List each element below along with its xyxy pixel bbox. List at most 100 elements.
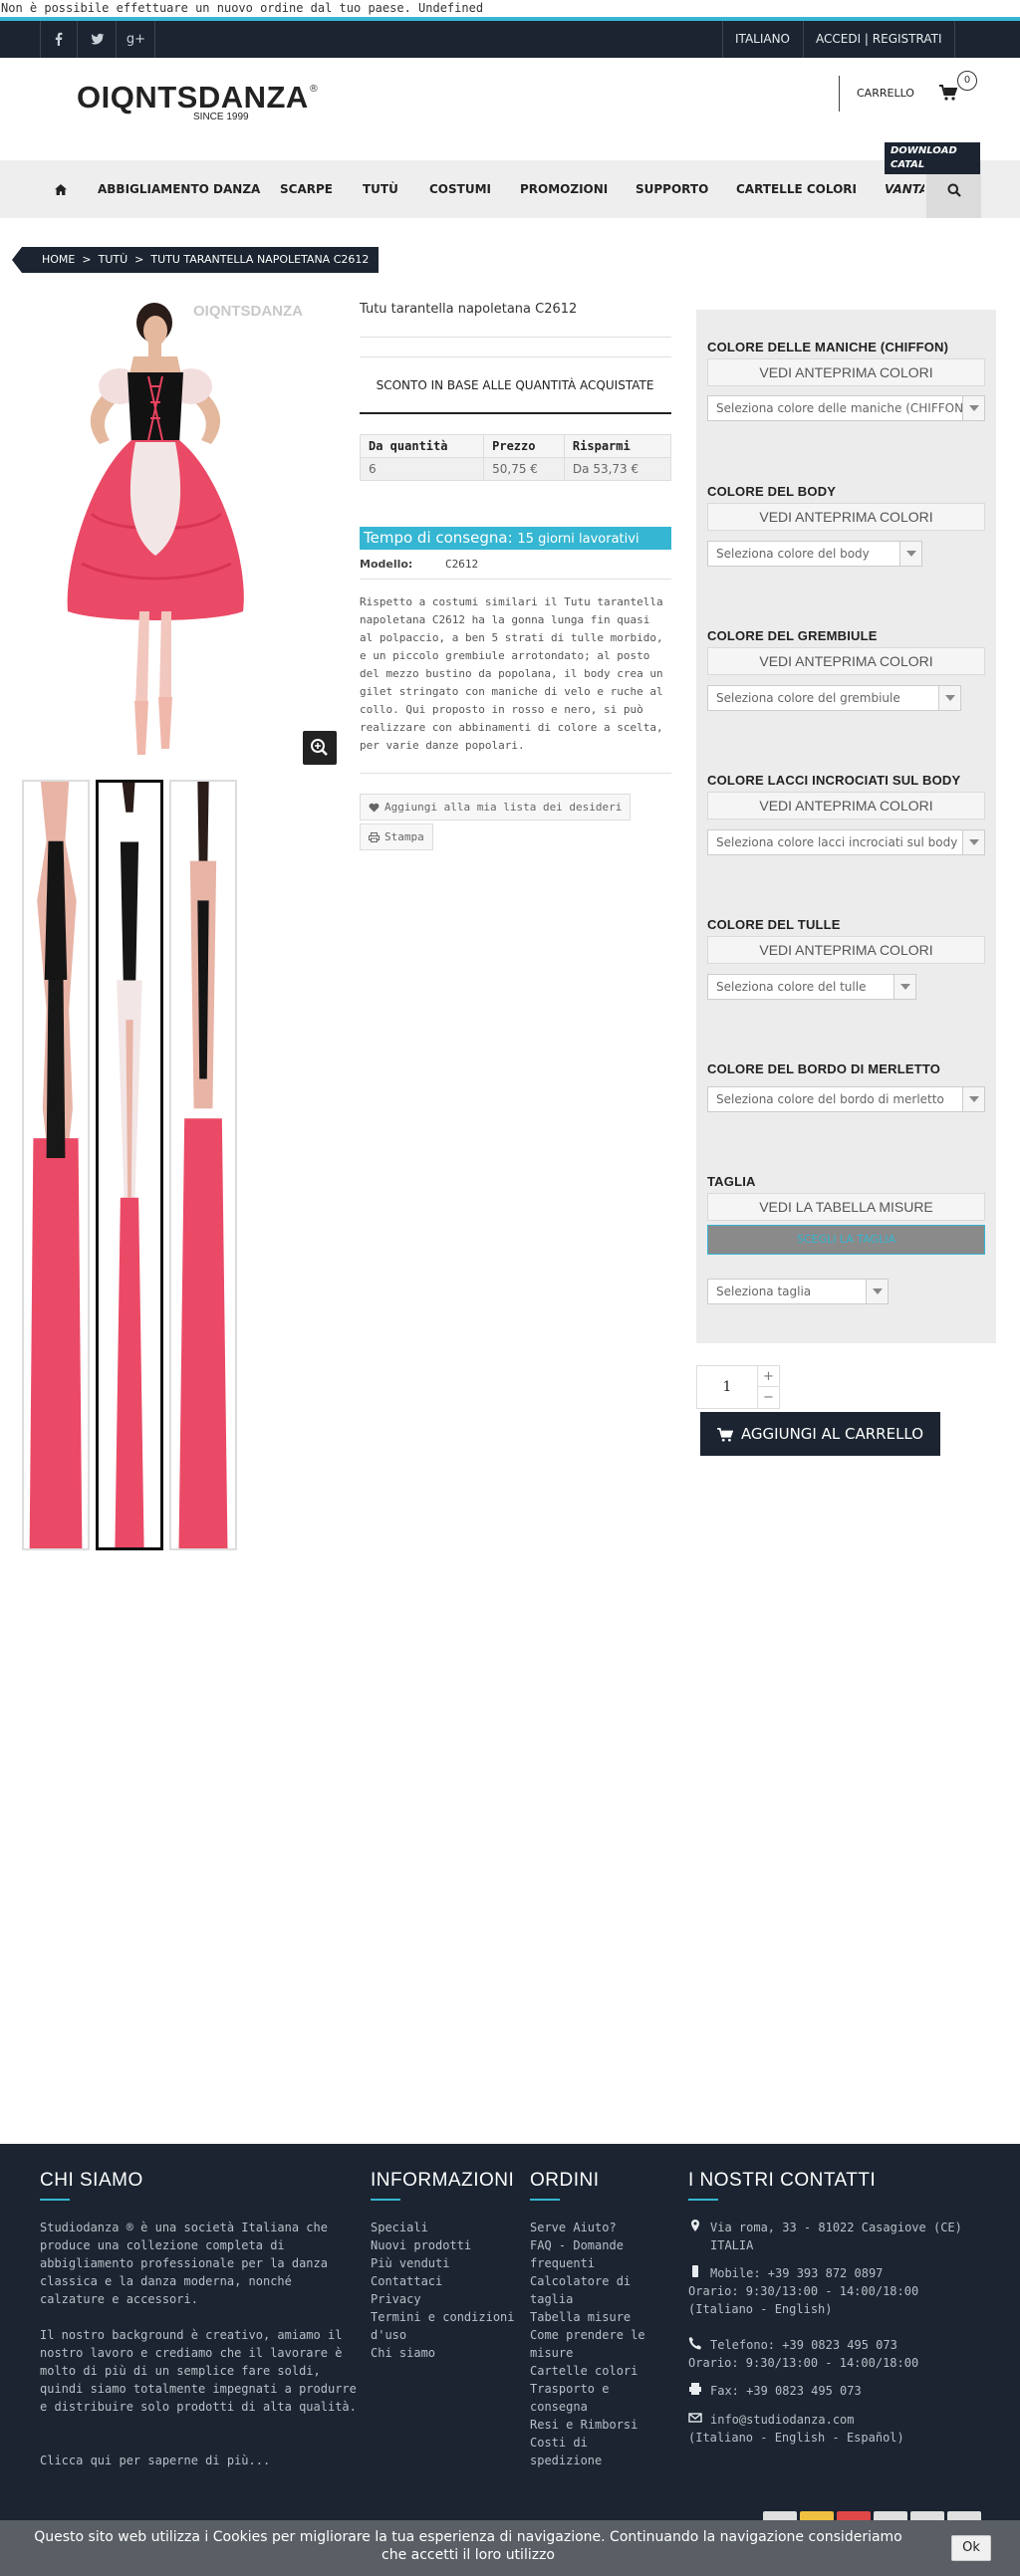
fax-icon xyxy=(689,2383,701,2395)
product-title: Tutu tarantella napoletana C2612 xyxy=(360,302,578,317)
select-tulle-value: Seleziona colore del tulle xyxy=(716,980,867,994)
chevron-down-icon xyxy=(962,1087,984,1111)
option-title-sleeves: COLORE DELLE MANICHE (CHIFFON) xyxy=(707,340,949,354)
select-laces-value: Seleziona colore lacci incrociati sul bo… xyxy=(716,835,958,849)
delivery-label: Tempo di consegna: xyxy=(364,529,513,547)
nav-item-supporto[interactable]: SUPPORTO xyxy=(636,160,708,218)
image-watermark: OIQNTSDANZA xyxy=(193,303,303,320)
footer-mobile: Mobile: +39 393 872 0897 xyxy=(710,2266,884,2280)
breadcrumb-current: TUTU TARANTELLA NAPOLETANA C2612 xyxy=(150,253,370,266)
site-logo[interactable]: OIQNTSDANZA ® SINCE 1999 xyxy=(77,82,371,126)
quantity-discount-table: Da quantità Prezzo Risparmi 6 50,75 € Da… xyxy=(359,434,672,481)
quantity-minus-button[interactable]: − xyxy=(757,1387,779,1408)
select-laces-color[interactable]: Seleziona colore lacci incrociati sul bo… xyxy=(707,829,985,855)
footer-link[interactable]: Più venduti xyxy=(371,2254,520,2272)
nav-item-cartelle-colori[interactable]: CARTELLE COLORI xyxy=(736,160,857,218)
footer-link[interactable]: Nuovi prodotti xyxy=(371,2236,520,2254)
footer-link[interactable]: Privacy xyxy=(371,2290,520,2308)
nav-item-abbigliamento[interactable]: ABBIGLIAMENTO DANZA xyxy=(98,160,260,218)
select-body-color[interactable]: Seleziona colore del body xyxy=(707,541,922,567)
cart-icon xyxy=(939,85,957,101)
footer-link[interactable]: Cartelle colori xyxy=(530,2362,659,2380)
print-button[interactable]: Stampa xyxy=(360,823,433,850)
home-icon[interactable] xyxy=(55,160,67,218)
footer-link[interactable]: Come prendere le misure xyxy=(530,2326,659,2362)
breadcrumb-tutu[interactable]: TUTÙ xyxy=(99,253,128,266)
product-main-image[interactable]: OIQNTSDANZA xyxy=(22,295,339,767)
option-title-apron: COLORE DEL GREMBIULE xyxy=(707,628,878,643)
size-table-button[interactable]: VEDI LA TABELLA MISURE xyxy=(707,1193,985,1221)
twitter-icon[interactable] xyxy=(79,21,117,58)
footer-link[interactable]: Contattaci xyxy=(371,2272,520,2290)
preview-colors-button[interactable]: VEDI ANTEPRIMA COLORI xyxy=(707,936,985,964)
footer-title-contacts: I NOSTRI CONTATTI xyxy=(688,2170,877,2191)
footer-link[interactable]: Costi di spedizione xyxy=(530,2434,659,2469)
cookie-ok-button[interactable]: Ok xyxy=(951,2535,991,2561)
facebook-icon[interactable] xyxy=(40,21,78,58)
footer-link[interactable]: Speciali xyxy=(371,2219,520,2236)
footer-orders-links: Serve Aiuto? FAQ - Domande frequenti Cal… xyxy=(530,2219,659,2469)
footer-link[interactable]: Resi e Rimborsi xyxy=(530,2416,659,2434)
product-thumbnail[interactable] xyxy=(22,780,90,1550)
wishlist-label: Aggiungi alla mia lista dei desideri xyxy=(384,801,623,814)
col-header-quantity: Da quantità xyxy=(359,434,485,458)
preview-colors-button[interactable]: VEDI ANTEPRIMA COLORI xyxy=(707,358,985,386)
quantity-plus-button[interactable]: + xyxy=(757,1366,779,1387)
footer-link[interactable]: Serve Aiuto? xyxy=(530,2219,659,2236)
wishlist-button[interactable]: Aggiungi alla mia lista dei desideri xyxy=(360,794,632,820)
footer-about-more-link[interactable]: Clicca qui per saperne di più... xyxy=(40,2452,359,2469)
google-plus-icon[interactable]: g+ xyxy=(118,21,155,58)
nav-item-tutu[interactable]: TUTÙ xyxy=(363,160,398,218)
preview-colors-button[interactable]: VEDI ANTEPRIMA COLORI xyxy=(707,503,985,531)
add-to-cart-button[interactable]: AGGIUNGI AL CARRELLO xyxy=(700,1412,940,1456)
phone-icon xyxy=(688,2337,701,2350)
country-notice: Non è possibile effettuare un nuovo ordi… xyxy=(1,1,484,15)
footer-email[interactable]: info@studiodanza.com xyxy=(710,2411,999,2429)
divider xyxy=(360,773,671,774)
cookie-text: Questo sito web utilizza i Cookies per m… xyxy=(34,2529,902,2563)
select-apron-color[interactable]: Seleziona colore del grembiule xyxy=(707,685,961,711)
select-size[interactable]: Seleziona taglia xyxy=(707,1279,889,1304)
chevron-down-icon xyxy=(962,830,984,854)
option-title-size: TAGLIA xyxy=(707,1174,756,1189)
download-badge-line2: CATAL xyxy=(891,159,925,170)
table-row: 6 50,75 € Da 53,73 € xyxy=(359,457,672,481)
print-icon xyxy=(369,832,380,842)
map-marker-icon xyxy=(691,2220,699,2231)
language-selector[interactable]: ITALIANO xyxy=(722,21,802,58)
footer-phone-hours: Orario: 9:30/13:00 - 14:00/18:00 xyxy=(688,2356,919,2370)
zoom-icon[interactable] xyxy=(303,731,337,765)
footer-link[interactable]: FAQ - Domande frequenti xyxy=(530,2236,659,2272)
select-lace-border-color[interactable]: Seleziona colore del bordo di merletto xyxy=(707,1086,985,1112)
account-links[interactable]: ACCEDI | REGISTRATI xyxy=(803,21,955,58)
footer-link[interactable]: Trasporto e consegna xyxy=(530,2380,659,2416)
product-options-panel: COLORE DELLE MANICHE (CHIFFON) VEDI ANTE… xyxy=(696,310,996,1343)
nav-item-costumi[interactable]: COSTUMI xyxy=(429,160,491,218)
footer-link[interactable]: Termini e condizioni d'uso xyxy=(371,2308,520,2344)
product-thumbnail[interactable] xyxy=(169,780,237,1550)
nav-item-promozioni[interactable]: PROMOZIONI xyxy=(520,160,608,218)
download-catalog-badge[interactable]: DOWNLOAD CATAL xyxy=(885,142,980,174)
footer-phone: Telefono: +39 0823 495 073 xyxy=(710,2338,897,2352)
preview-colors-button[interactable]: VEDI ANTEPRIMA COLORI xyxy=(707,792,985,820)
header-cart[interactable]: CARRELLO 0 xyxy=(839,71,993,112)
col-header-savings: Risparmi xyxy=(563,434,672,458)
product-thumbnail-active[interactable] xyxy=(96,780,163,1550)
logo-text: OIQNTSDANZA xyxy=(77,80,309,115)
thumbnail-image xyxy=(99,783,160,1547)
footer-link[interactable]: Chi siamo xyxy=(371,2344,520,2362)
preview-colors-button[interactable]: VEDI ANTEPRIMA COLORI xyxy=(707,647,985,675)
select-tulle-color[interactable]: Seleziona colore del tulle xyxy=(707,974,916,1000)
select-sleeves-color[interactable]: Seleziona colore delle maniche (CHIFFON) xyxy=(707,395,985,421)
breadcrumb-home[interactable]: HOME xyxy=(42,253,75,266)
footer-link[interactable]: Tabella misure xyxy=(530,2308,659,2326)
option-title-tulle: COLORE DEL TULLE xyxy=(707,917,841,932)
chevron-down-icon xyxy=(866,1280,888,1303)
cell-price: 50,75 € xyxy=(483,457,565,481)
top-bar: g+ ITALIANO ACCEDI | REGISTRATI xyxy=(0,17,1020,58)
nav-item-scarpe[interactable]: SCARPE xyxy=(280,160,333,218)
choose-size-button[interactable]: SCEGLI LA TAGLIA xyxy=(707,1225,985,1255)
footer-link[interactable]: Calcolatore di taglia xyxy=(530,2272,659,2308)
footer-title-orders: ORDINI xyxy=(530,2170,600,2191)
quantity-input[interactable]: 1 xyxy=(697,1366,757,1408)
